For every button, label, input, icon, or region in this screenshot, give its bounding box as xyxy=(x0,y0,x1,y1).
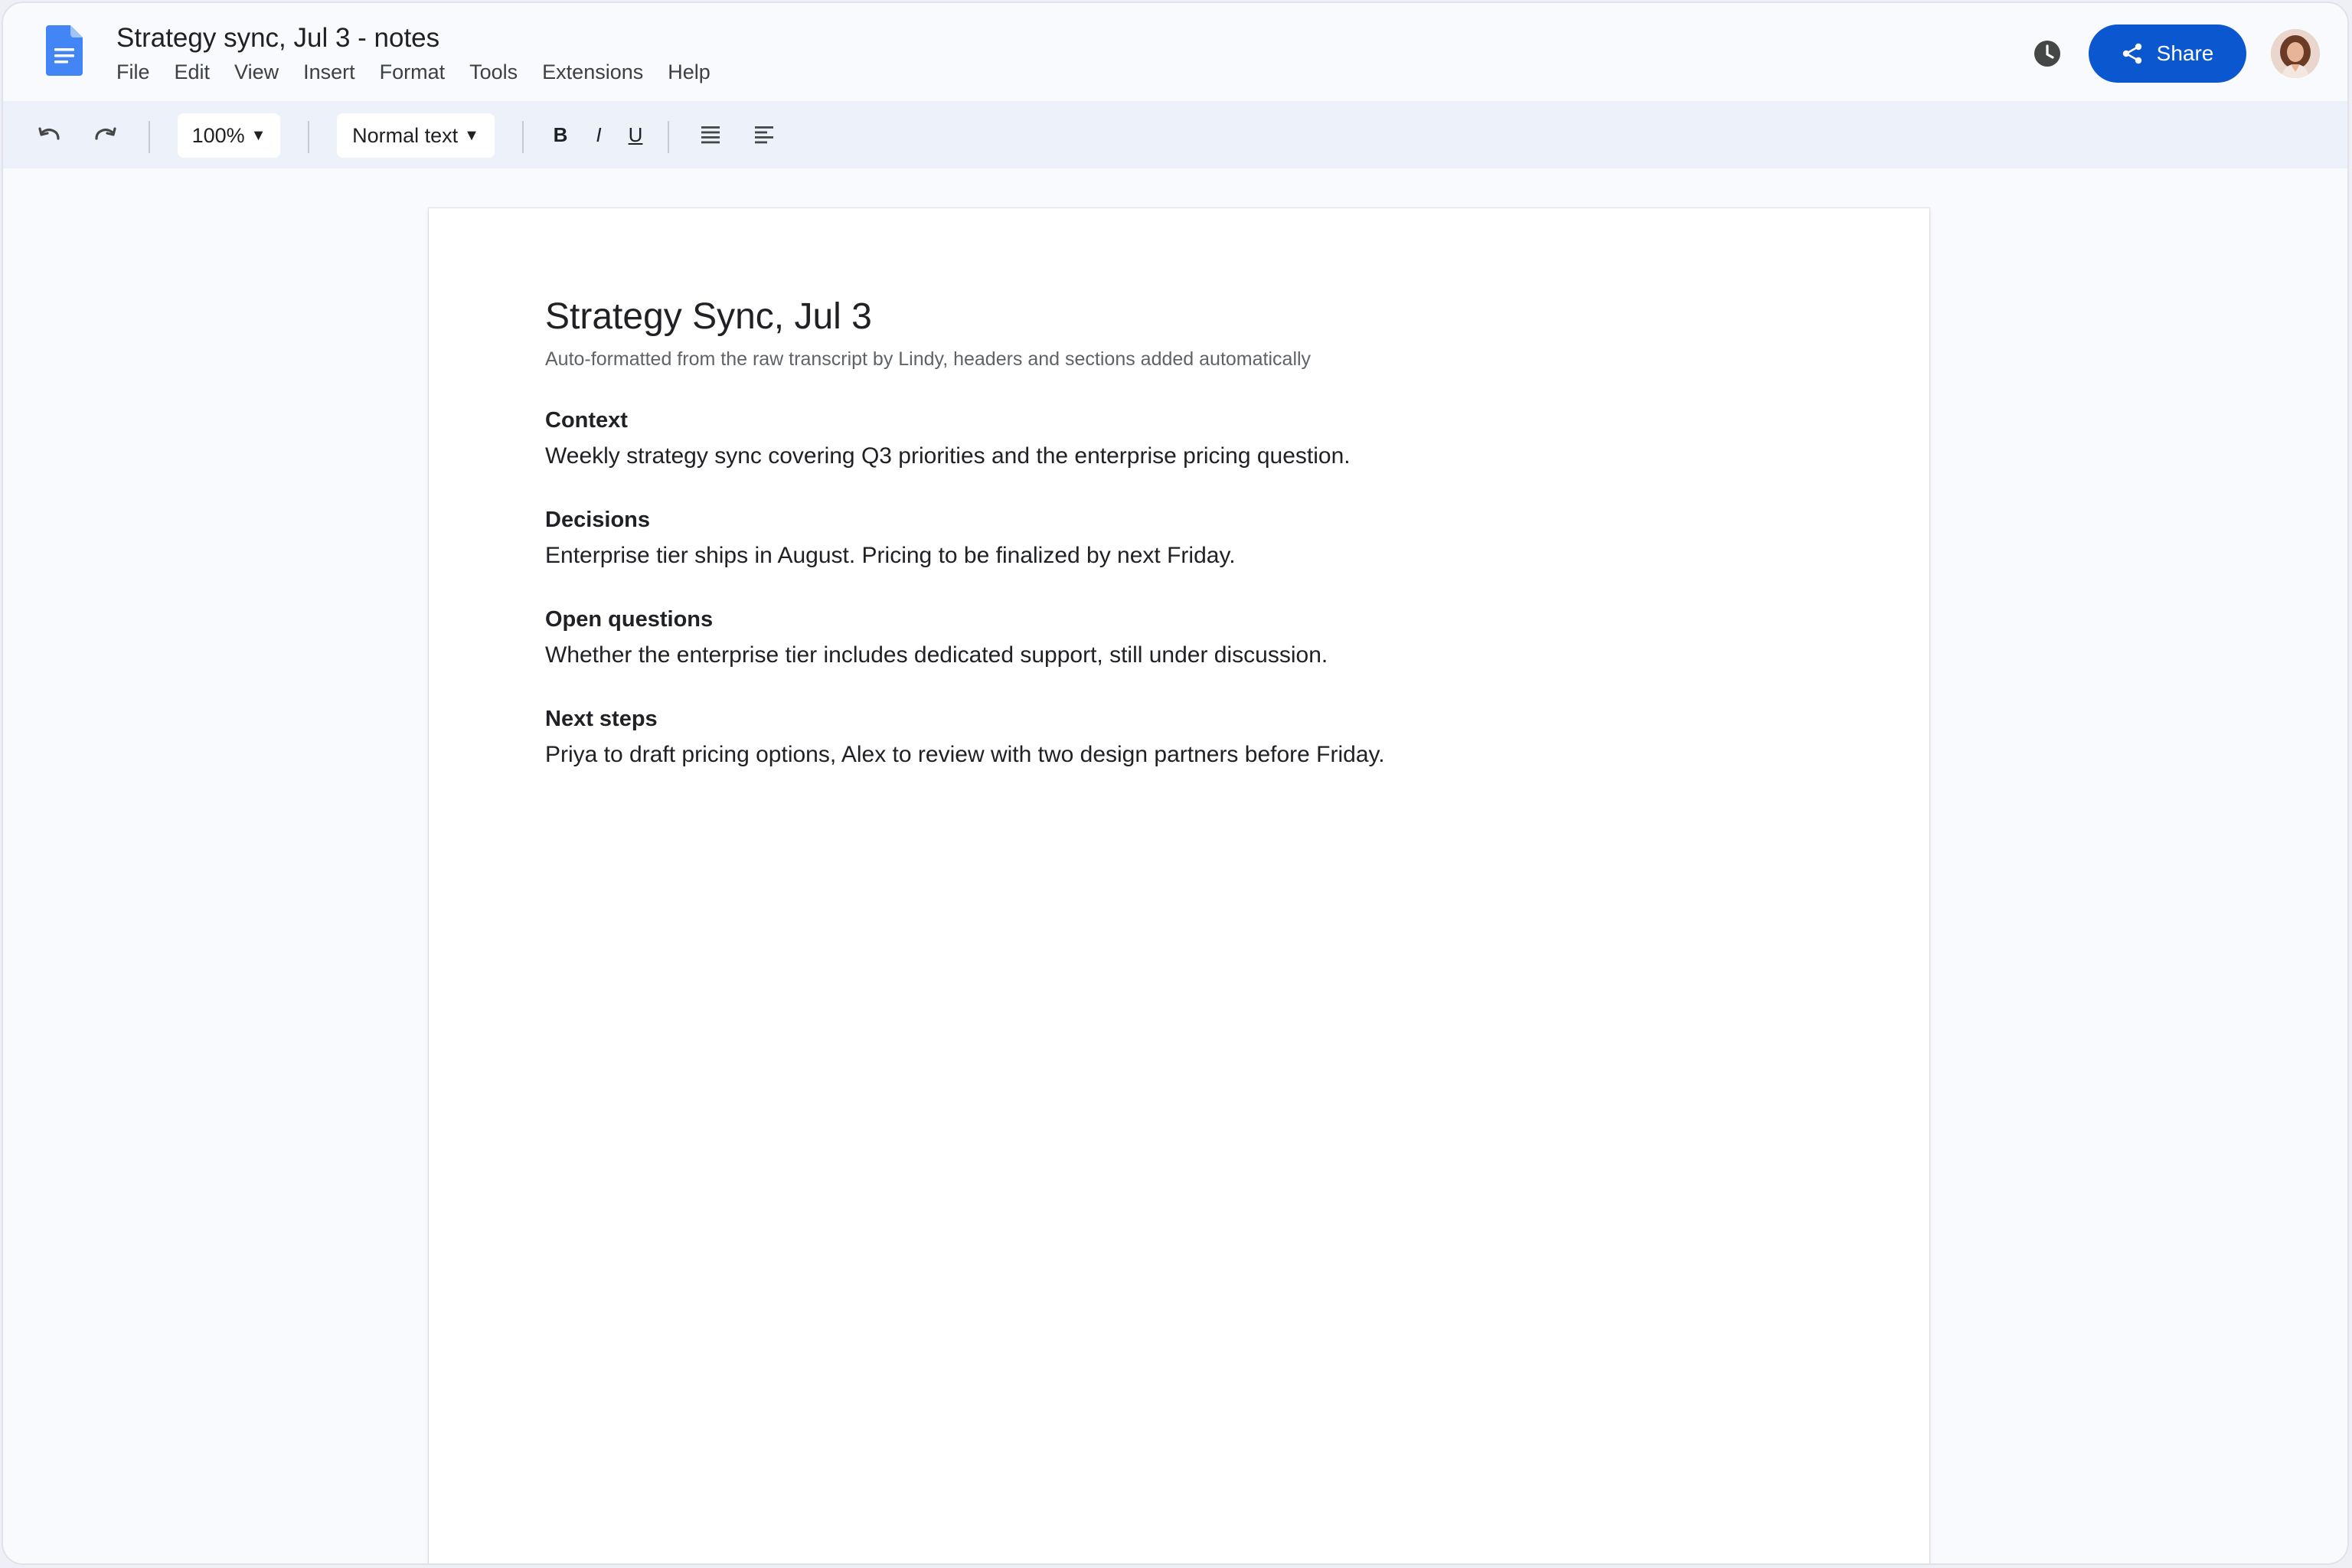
menu-view[interactable]: View xyxy=(234,58,279,86)
section-context: Context Weekly strategy sync covering Q3… xyxy=(545,406,1816,472)
section-title[interactable]: Decisions xyxy=(545,505,1816,534)
justify-button[interactable] xyxy=(694,118,727,152)
document-body[interactable]: Strategy Sync, Jul 3 Auto-formatted from… xyxy=(545,294,1816,770)
zoom-value: 100% xyxy=(191,123,245,147)
section-body[interactable]: Priya to draft pricing options, Alex to … xyxy=(545,740,1816,770)
menu-format[interactable]: Format xyxy=(380,58,446,86)
italic-button[interactable]: I xyxy=(583,118,614,152)
undo-icon xyxy=(38,127,60,140)
align-left-icon xyxy=(755,126,773,144)
section-open-questions: Open questions Whether the enterprise ti… xyxy=(545,605,1816,671)
section-title[interactable]: Next steps xyxy=(545,704,1816,733)
section-next-steps: Next steps Priya to draft pricing option… xyxy=(545,704,1816,770)
toolbar-divider xyxy=(308,121,309,153)
google-docs-logo-icon[interactable] xyxy=(46,23,83,78)
redo-icon xyxy=(95,127,116,140)
version-history-icon[interactable] xyxy=(2032,38,2063,69)
section-body[interactable]: Weekly strategy sync covering Q3 priorit… xyxy=(545,441,1816,472)
section-decisions: Decisions Enterprise tier ships in Augus… xyxy=(545,505,1816,571)
section-title[interactable]: Open questions xyxy=(545,605,1816,634)
menu-tools[interactable]: Tools xyxy=(469,58,518,86)
toolbar-divider xyxy=(149,121,150,153)
formatting-toolbar: 100% ▼ Normal text ▼ B I U xyxy=(3,101,2347,168)
menu-file[interactable]: File xyxy=(116,58,150,86)
document-title[interactable]: Strategy sync, Jul 3 - notes xyxy=(116,21,439,55)
document-subtitle[interactable]: Auto-formatted from the raw transcript b… xyxy=(545,346,1816,372)
title-bar: Strategy sync, Jul 3 - notes File Edit V… xyxy=(3,3,2347,101)
share-button[interactable]: Share xyxy=(2089,24,2246,83)
align-justify-icon xyxy=(701,126,720,144)
share-icon xyxy=(2122,43,2141,64)
undo-button[interactable] xyxy=(32,118,66,152)
avatar-portrait-icon xyxy=(2271,29,2320,78)
bold-button[interactable]: B xyxy=(545,118,576,152)
docs-window: Strategy sync, Jul 3 - notes File Edit V… xyxy=(2,2,2349,1565)
section-body[interactable]: Whether the enterprise tier includes ded… xyxy=(545,640,1816,671)
document-page[interactable]: Strategy Sync, Jul 3 Auto-formatted from… xyxy=(429,208,1929,1563)
paragraph-style-select[interactable]: Normal text ▼ xyxy=(337,113,495,158)
section-body[interactable]: Enterprise tier ships in August. Pricing… xyxy=(545,541,1816,571)
share-button-label: Share xyxy=(2156,41,2214,65)
toolbar-divider xyxy=(522,121,524,153)
menu-insert[interactable]: Insert xyxy=(303,58,355,86)
redo-button[interactable] xyxy=(89,118,122,152)
document-canvas[interactable]: Strategy Sync, Jul 3 Auto-formatted from… xyxy=(3,168,2347,1563)
menu-extensions[interactable]: Extensions xyxy=(542,58,643,86)
zoom-select[interactable]: 100% ▼ xyxy=(178,113,280,158)
chevron-down-icon: ▼ xyxy=(464,126,479,144)
document-heading[interactable]: Strategy Sync, Jul 3 xyxy=(545,294,1816,340)
menu-bar: File Edit View Insert Format Tools Exten… xyxy=(116,58,735,86)
paragraph-style-value: Normal text xyxy=(352,123,459,147)
menu-edit[interactable]: Edit xyxy=(175,58,211,86)
section-title[interactable]: Context xyxy=(545,406,1816,435)
user-avatar[interactable] xyxy=(2271,29,2320,78)
align-left-button[interactable] xyxy=(747,118,781,152)
underline-button[interactable]: U xyxy=(620,118,651,152)
menu-help[interactable]: Help xyxy=(668,58,710,86)
toolbar-divider xyxy=(668,121,669,153)
chevron-down-icon: ▼ xyxy=(250,126,266,144)
